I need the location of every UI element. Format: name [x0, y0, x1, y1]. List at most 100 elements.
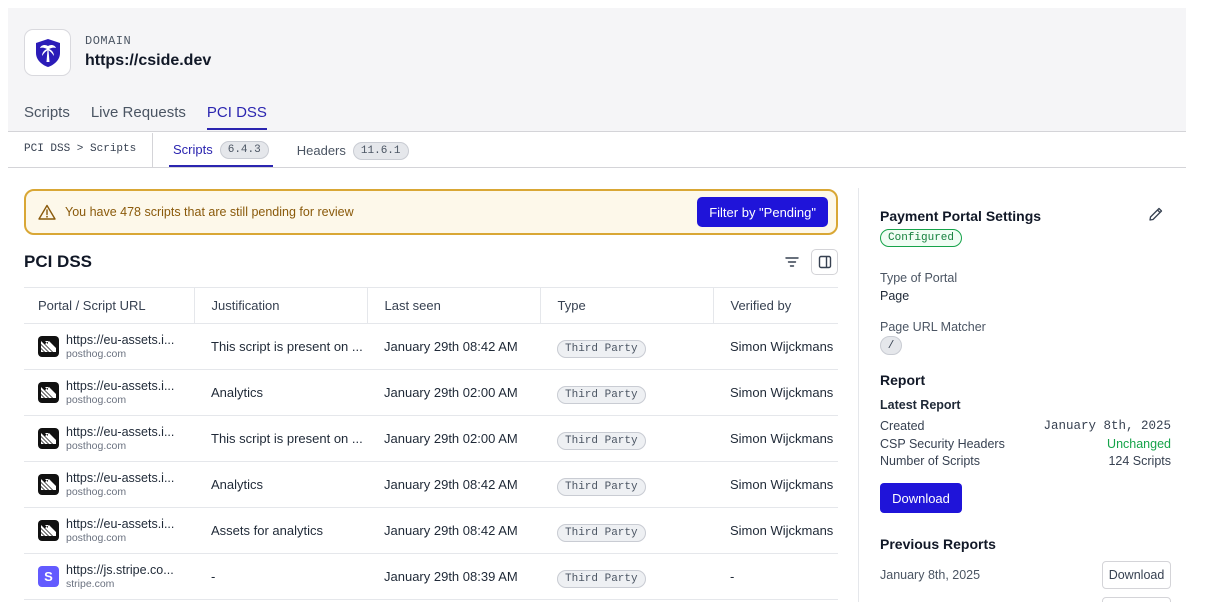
section-title: PCI DSS: [24, 252, 93, 271]
cell-last-seen: January 29th 08:42 AM: [367, 461, 540, 508]
previous-download-button-next[interactable]: [1102, 597, 1171, 602]
previous-download-button[interactable]: Download: [1102, 561, 1171, 589]
scripts-table: Portal / Script URL Justification Last s…: [24, 287, 838, 600]
status-badge: Configured: [880, 229, 963, 247]
cell-verified-by: Simon Wijckmans: [713, 415, 838, 462]
scripts-count-label: Number of Scripts: [880, 454, 981, 468]
cell-type: Third Party: [540, 461, 713, 508]
script-host: posthog.com: [66, 531, 127, 544]
pending-alert: You have 478 scripts that are still pend…: [24, 189, 838, 235]
table-row[interactable]: https://eu-assets.i... posthog.com Analyt…: [24, 369, 838, 416]
script-host: posthog.com: [66, 347, 127, 360]
posthog-icon: [38, 428, 59, 449]
script-host: stripe.com: [66, 577, 115, 590]
palm-shield-icon: [35, 38, 60, 67]
subtab-scripts[interactable]: Scripts 6.4.3: [169, 140, 273, 167]
alert-message: You have 478 scripts that are still pend…: [65, 205, 354, 219]
cell-url: https://eu-assets.i... posthog.com: [24, 323, 194, 370]
download-button[interactable]: Download: [880, 483, 962, 513]
table-row[interactable]: https://eu-assets.i... posthog.com This s…: [24, 323, 838, 370]
cell-justification: Analytics: [194, 369, 367, 416]
cell-verified-by: Simon Wijckmans: [713, 507, 838, 554]
cell-type: Third Party: [540, 323, 713, 370]
cell-justification: -: [194, 553, 367, 600]
posthog-icon: [38, 382, 59, 403]
cell-last-seen: January 29th 02:00 AM: [367, 369, 540, 416]
sidebar-title: Payment Portal Settings: [880, 208, 1042, 224]
script-host: posthog.com: [66, 393, 127, 406]
script-host: posthog.com: [66, 439, 127, 452]
breadcrumb-divider: [152, 133, 153, 167]
sidebar-divider: [858, 188, 859, 602]
cell-type: Third Party: [540, 415, 713, 462]
type-badge: Third Party: [557, 385, 646, 404]
cell-justification: Analytics: [194, 461, 367, 508]
url-matcher-value: /: [880, 336, 902, 355]
main-tabs: Scripts Live Requests PCI DSS: [24, 104, 288, 130]
type-badge: Third Party: [557, 339, 646, 358]
report-title: Report: [880, 372, 926, 388]
scripts-count-value: 124 Scripts: [1108, 454, 1171, 468]
portal-type-value: Page: [880, 289, 910, 303]
main-tabs-divider: [8, 131, 1186, 132]
domain-value: https://cside.dev: [85, 52, 212, 69]
scripts-count-row: Number of Scripts 124 Scripts: [880, 454, 1171, 468]
warning-icon: [38, 204, 56, 220]
tab-scripts[interactable]: Scripts: [24, 104, 70, 130]
script-url[interactable]: https://eu-assets.i...: [66, 425, 174, 439]
script-url[interactable]: https://js.stripe.co...: [66, 563, 174, 577]
table-row[interactable]: https://eu-assets.i... posthog.com Analyt…: [24, 461, 838, 508]
pencil-icon[interactable]: [1148, 206, 1166, 224]
table-row[interactable]: https://eu-assets.i... posthog.com Assets…: [24, 507, 838, 554]
cell-last-seen: January 29th 08:42 AM: [367, 507, 540, 554]
subtab-headers[interactable]: Headers 11.6.1: [293, 140, 413, 167]
tab-live-requests[interactable]: Live Requests: [91, 104, 186, 130]
cell-verified-by: Simon Wijckmans: [713, 323, 838, 370]
subtab-scripts-badge: 6.4.3: [219, 140, 269, 159]
type-badge: Third Party: [557, 431, 646, 450]
created-label: Created: [880, 419, 925, 433]
previous-report-date: January 8th, 2025: [880, 568, 981, 582]
csp-label: CSP Security Headers: [880, 437, 1005, 451]
script-url[interactable]: https://eu-assets.i...: [66, 379, 174, 393]
cell-url: https://eu-assets.i... posthog.com: [24, 415, 194, 462]
col-verified-by[interactable]: Verified by: [712, 287, 838, 324]
col-last-seen[interactable]: Last seen: [366, 287, 540, 324]
sub-tabs: Scripts 6.4.3 Headers 11.6.1: [169, 140, 433, 167]
filter-lines-icon[interactable]: [780, 250, 804, 274]
sidebar-panel-icon: [818, 255, 831, 269]
created-value: January 8th, 2025: [1043, 419, 1171, 433]
portal-type-label: Type of Portal: [880, 271, 958, 285]
script-url[interactable]: https://eu-assets.i...: [66, 471, 174, 485]
script-url[interactable]: https://eu-assets.i...: [66, 517, 174, 531]
cell-justification: This script is present on ...: [194, 323, 367, 370]
csp-value: Unchanged: [1107, 437, 1171, 451]
cell-type: Third Party: [540, 553, 713, 600]
cell-last-seen: January 29th 08:39 AM: [367, 553, 540, 600]
tab-pci-dss[interactable]: PCI DSS: [206, 104, 267, 130]
subtab-headers-badge: 11.6.1: [352, 141, 409, 160]
cell-url: https://eu-assets.i... posthog.com: [24, 369, 194, 416]
cell-url: https://eu-assets.i... posthog.com: [24, 507, 194, 554]
stripe-icon: S: [38, 566, 59, 587]
cell-justification: This script is present on ...: [194, 415, 367, 462]
posthog-icon: [38, 474, 59, 495]
col-portal-url[interactable]: Portal / Script URL: [24, 287, 194, 324]
cell-last-seen: January 29th 02:00 AM: [367, 415, 540, 462]
table-row[interactable]: S https://js.stripe.co... stripe.com - Ja…: [24, 553, 838, 600]
script-url[interactable]: https://eu-assets.i...: [66, 333, 174, 347]
domain-label: DOMAIN: [85, 34, 132, 48]
col-justification[interactable]: Justification: [193, 287, 367, 324]
url-matcher-label: Page URL Matcher: [880, 320, 986, 334]
toggle-panel-button[interactable]: [811, 249, 838, 275]
subtab-scripts-label: Scripts: [173, 142, 213, 157]
table-row[interactable]: https://eu-assets.i... posthog.com This s…: [24, 415, 838, 462]
col-type[interactable]: Type: [539, 287, 713, 324]
subtab-headers-label: Headers: [296, 143, 346, 158]
cell-type: Third Party: [540, 369, 713, 416]
cell-url: https://eu-assets.i... posthog.com: [24, 461, 194, 508]
posthog-icon: [38, 336, 59, 357]
csp-row: CSP Security Headers Unchanged: [880, 437, 1171, 451]
filter-pending-button[interactable]: Filter by "Pending": [697, 197, 828, 227]
cell-type: Third Party: [540, 507, 713, 554]
